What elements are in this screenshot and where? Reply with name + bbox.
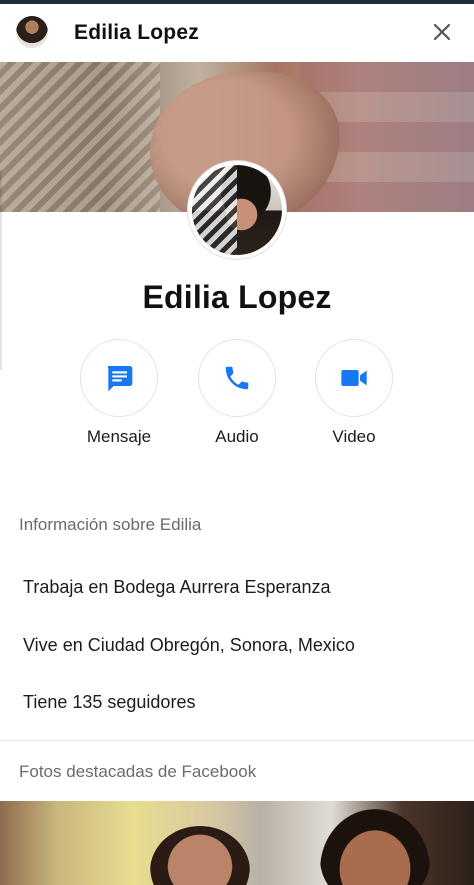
header: Edilia Lopez xyxy=(0,4,474,62)
edge-shadow xyxy=(0,170,3,370)
profile-name: Edilia Lopez xyxy=(142,279,332,315)
phone-icon xyxy=(225,366,249,390)
about-section-title: Información sobre Edilia xyxy=(19,515,202,534)
info-row-location: Vive en Ciudad Obregón, Sonora, Mexico xyxy=(23,635,355,655)
featured-photo-detail xyxy=(320,809,430,885)
header-avatar[interactable] xyxy=(16,16,48,48)
message-button[interactable]: Mensaje xyxy=(59,339,179,447)
featured-photos-title: Fotos destacadas de Facebook xyxy=(19,762,257,781)
message-button-label: Mensaje xyxy=(86,427,152,446)
message-button-circle[interactable] xyxy=(80,339,158,417)
video-call-button[interactable]: Video xyxy=(294,339,414,447)
cover-texture xyxy=(0,62,160,212)
video-call-button-label: Video xyxy=(332,427,376,446)
featured-photo[interactable] xyxy=(0,801,474,885)
info-row-work: Trabaja en Bodega Aurrera Esperanza xyxy=(23,577,331,597)
section-divider xyxy=(0,740,474,741)
close-icon[interactable] xyxy=(430,20,454,44)
video-call-button-circle[interactable] xyxy=(315,339,393,417)
profile-picture-detail xyxy=(192,165,237,255)
audio-call-button[interactable]: Audio xyxy=(177,339,297,447)
video-camera-icon xyxy=(341,370,367,386)
profile-picture[interactable] xyxy=(188,161,286,259)
featured-photo-detail xyxy=(150,826,250,885)
info-row-followers: Tiene 135 seguidores xyxy=(23,692,196,712)
header-title: Edilia Lopez xyxy=(74,21,199,44)
audio-call-button-label: Audio xyxy=(215,427,259,446)
message-icon xyxy=(107,366,133,392)
audio-call-button-circle[interactable] xyxy=(198,339,276,417)
